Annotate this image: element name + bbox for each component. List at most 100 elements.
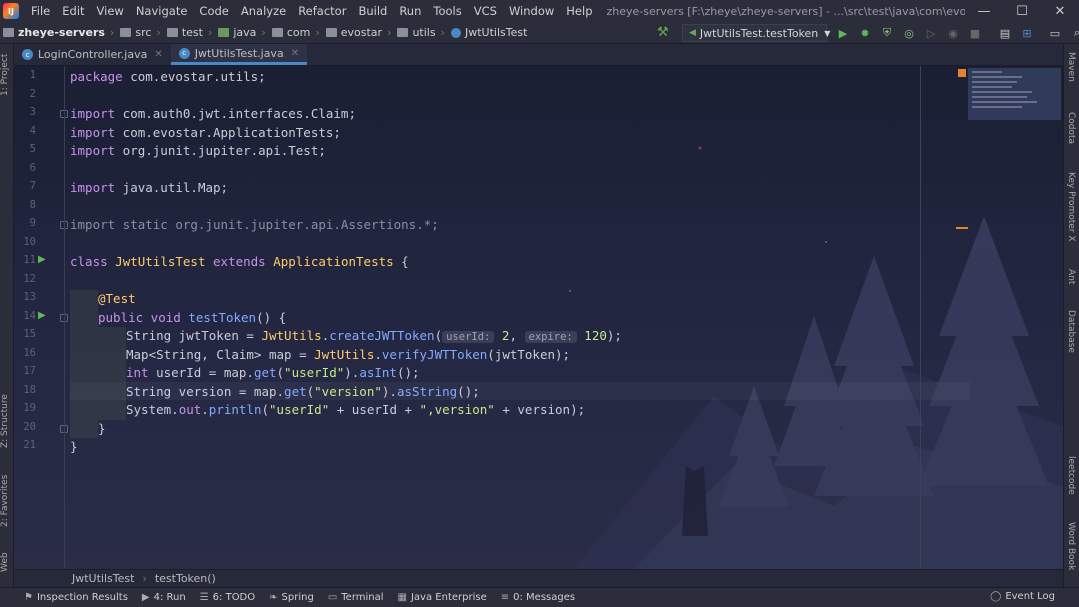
- menu-navigate[interactable]: Navigate: [130, 4, 194, 18]
- project-structure-icon[interactable]: ▤: [997, 25, 1013, 41]
- code-line-7[interactable]: import java.util.Map;: [70, 179, 228, 197]
- class-name: JwtUtils: [261, 328, 322, 343]
- menu-window[interactable]: Window: [503, 4, 560, 18]
- run-configuration-select[interactable]: ◀ JwtUtilsTest.testToken ▼: [682, 24, 830, 42]
- codota-tool-tab[interactable]: Codota: [1066, 112, 1076, 144]
- close-tab-icon[interactable]: ✕: [154, 49, 162, 60]
- breadcrumb-class[interactable]: JwtUtilsTest: [72, 572, 134, 585]
- code-line-20[interactable]: }: [98, 420, 106, 438]
- spring-icon: ❧: [269, 592, 278, 603]
- code-line-16[interactable]: Map<String, Claim> map = JwtUtils.verify…: [126, 346, 570, 364]
- code-line-18[interactable]: String version = map.get("version").asSt…: [126, 383, 480, 401]
- word-book-tool-tab[interactable]: Word Book: [1066, 522, 1076, 570]
- run-test-method-icon[interactable]: ▶: [38, 310, 46, 321]
- method-name: get: [284, 384, 307, 399]
- menu-file[interactable]: File: [25, 4, 56, 18]
- crumb-utils[interactable]: utils ›: [394, 26, 448, 39]
- menu-edit[interactable]: Edit: [56, 4, 90, 18]
- menu-run[interactable]: Run: [393, 4, 427, 18]
- crumb-java[interactable]: java ›: [215, 26, 268, 39]
- java-enterprise-tool-tab[interactable]: ▦ Java Enterprise: [398, 592, 487, 603]
- analysis-warning-icon[interactable]: [958, 69, 966, 77]
- close-tab-icon[interactable]: ✕: [291, 48, 299, 59]
- crumb-evostar[interactable]: evostar ›: [323, 26, 395, 39]
- code-text: com.evostar.ApplicationTests;: [115, 125, 341, 140]
- code-line-13[interactable]: @Test: [98, 290, 136, 308]
- layout-icon[interactable]: ▭: [1047, 25, 1063, 41]
- todo-icon: ☰: [199, 592, 209, 603]
- web-tool-tab[interactable]: Web: [0, 544, 14, 580]
- code-line-1[interactable]: package com.evostar.utils;: [70, 68, 266, 86]
- code-line-3[interactable]: import com.auth0.jwt.interfaces.Claim;: [70, 105, 356, 123]
- code-line-15[interactable]: String jwtToken = JwtUtils.createJWTToke…: [126, 327, 622, 345]
- code-line-19[interactable]: System.out.println("userId" + userId + "…: [126, 401, 585, 419]
- menu-view[interactable]: View: [91, 4, 130, 18]
- menu-refactor[interactable]: Refactor: [292, 4, 352, 18]
- menu-build[interactable]: Build: [352, 4, 393, 18]
- coverage-icon[interactable]: ⛨: [879, 25, 895, 41]
- code-editor[interactable]: 1 2 3 4 5 6 7 8 9 10 11 12 13 14 15 16 1…: [14, 66, 1063, 569]
- code-text: }: [98, 421, 106, 436]
- menu-analyze[interactable]: Analyze: [235, 4, 292, 18]
- code-line-4[interactable]: import com.evostar.ApplicationTests;: [70, 124, 341, 142]
- tab-jwt-utils-test[interactable]: c JwtUtilsTest.java ✕: [170, 44, 308, 65]
- leetcode-tool-tab[interactable]: leetcode: [1066, 456, 1076, 495]
- crumb-test[interactable]: test ›: [164, 26, 216, 39]
- close-button[interactable]: ✕: [1041, 4, 1079, 19]
- annotation: @Test: [98, 291, 136, 306]
- maven-tool-tab[interactable]: Maven: [1066, 52, 1076, 82]
- crumb-project[interactable]: zheye-servers ›: [0, 26, 117, 39]
- line-number: 13: [23, 291, 36, 303]
- breadcrumb-method[interactable]: testToken(): [155, 572, 216, 585]
- code-line-5[interactable]: import org.junit.jupiter.api.Test;: [70, 142, 326, 160]
- crumb-src[interactable]: src ›: [117, 26, 163, 39]
- code-minimap[interactable]: [968, 68, 1061, 120]
- code-line-11[interactable]: class JwtUtilsTest extends ApplicationTe…: [70, 253, 409, 271]
- code-text: + version);: [494, 402, 586, 417]
- keyword: package: [70, 69, 123, 84]
- terminal-tool-tab[interactable]: ▭ Terminal: [328, 592, 384, 603]
- code-line-17[interactable]: int userId = map.get("userId").asInt();: [126, 364, 420, 382]
- resume-icon[interactable]: ◉: [945, 25, 961, 41]
- menu-help[interactable]: Help: [560, 4, 598, 18]
- ant-tool-tab[interactable]: Ant: [1066, 269, 1076, 284]
- run-icon[interactable]: ▶: [835, 25, 851, 41]
- string-literal: ",version": [419, 402, 495, 417]
- code-text: () {: [256, 310, 287, 325]
- database-tool-tab[interactable]: Database: [1066, 310, 1076, 353]
- structure-tool-tab[interactable]: Z: Structure: [0, 392, 14, 450]
- debug-icon[interactable]: ✹: [857, 25, 873, 41]
- code-line-14[interactable]: public void testToken() {: [98, 309, 286, 327]
- stop-icon[interactable]: ■: [967, 25, 983, 41]
- event-log-tab[interactable]: ◯ Event Log: [990, 591, 1055, 602]
- build-hammer-icon[interactable]: ⚒: [657, 25, 669, 40]
- tab-login-controller[interactable]: c LoginController.java ✕: [14, 44, 171, 65]
- menu-tools[interactable]: Tools: [427, 4, 467, 18]
- minimize-button[interactable]: —: [965, 4, 1003, 19]
- inspection-results-tab[interactable]: ⚑ Inspection Results: [24, 592, 128, 603]
- run-tool-tab[interactable]: ▶ 4: Run: [142, 592, 186, 603]
- crumb-class[interactable]: JwtUtilsTest: [448, 26, 530, 39]
- crumb-com[interactable]: com ›: [269, 26, 323, 39]
- profile-icon[interactable]: ◎: [901, 25, 917, 41]
- package-icon: [397, 28, 409, 37]
- keyword: import: [70, 143, 116, 158]
- project-tool-tab[interactable]: 1: Project: [0, 50, 14, 100]
- menu-code[interactable]: Code: [193, 4, 234, 18]
- favorites-tool-tab[interactable]: 2: Favorites: [0, 472, 14, 530]
- messages-tool-tab[interactable]: ≡ 0: Messages: [501, 592, 575, 603]
- code-line-21[interactable]: }: [70, 438, 78, 456]
- translate-icon[interactable]: ⊞: [1019, 25, 1035, 41]
- search-icon[interactable]: ⌕: [1069, 25, 1079, 41]
- run-test-class-icon[interactable]: ▶: [38, 254, 46, 265]
- maximize-button[interactable]: ☐: [1003, 4, 1041, 19]
- attach-icon[interactable]: ▷: [923, 25, 939, 41]
- key-promoter-tool-tab[interactable]: Key Promoter X: [1066, 172, 1076, 242]
- code-line-9[interactable]: import static org.junit.jupiter.api.Asse…: [70, 216, 439, 234]
- folder-icon: [120, 28, 132, 37]
- editor-tabs: c LoginController.java ✕ c JwtUtilsTest.…: [14, 44, 1063, 66]
- menu-vcs[interactable]: VCS: [468, 4, 503, 18]
- spring-tool-tab[interactable]: ❧ Spring: [269, 592, 314, 603]
- scrollbar-warning-marker[interactable]: [956, 227, 968, 229]
- todo-tool-tab[interactable]: ☰ 6: TODO: [200, 592, 255, 603]
